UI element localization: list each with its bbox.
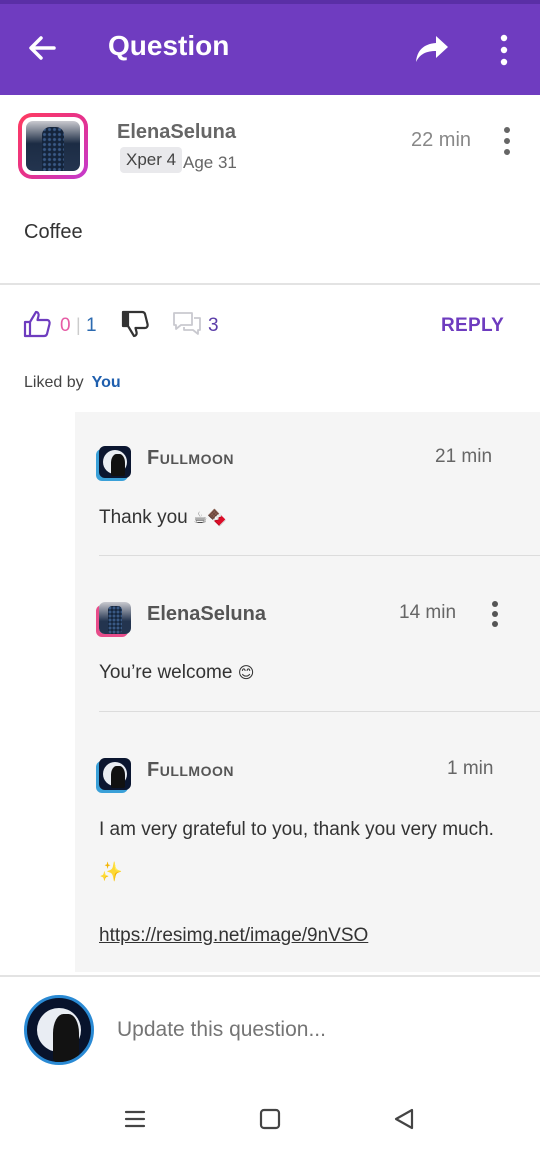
recent-apps-icon[interactable]	[122, 1106, 148, 1132]
reply-time: 14 min	[399, 602, 457, 623]
comment-count: 3	[208, 315, 219, 336]
action-row: 0 | 1 3 REPLY	[0, 295, 540, 355]
count-separator: |	[76, 315, 81, 335]
home-icon[interactable]	[257, 1106, 283, 1132]
page-title: Question	[108, 30, 230, 61]
like-count: 0	[60, 315, 71, 336]
replies-thread: Fullmoon 21 min Thank you ☕🍫 ElenaSeluna…	[75, 412, 540, 972]
back-icon[interactable]	[391, 1106, 417, 1132]
liked-by: Liked by You	[24, 374, 121, 392]
reply-author[interactable]: Fullmoon	[147, 759, 234, 782]
reply-avatar[interactable]	[99, 446, 131, 478]
reply-emoji: 😊	[237, 663, 255, 682]
reply-text-content: You’re welcome	[99, 662, 233, 683]
comments-icon[interactable]	[172, 311, 202, 337]
author-name[interactable]: ElenaSeluna	[117, 121, 236, 144]
app-bar: Question	[0, 0, 540, 95]
reply-button[interactable]: REPLY	[441, 315, 504, 337]
question-body: Coffee	[24, 221, 83, 243]
author-age: Age 31	[183, 153, 237, 172]
reply-emoji: ☕🍫	[193, 508, 228, 527]
author-avatar[interactable]	[18, 113, 88, 179]
divider	[0, 975, 540, 977]
reply-item: Fullmoon 21 min Thank you ☕🍫	[75, 412, 540, 555]
reply-text-content: I am very grateful to you, thank you ver…	[99, 819, 494, 840]
system-navigation-bar	[0, 1084, 540, 1154]
more-vertical-icon[interactable]	[498, 125, 516, 157]
arrow-left-icon[interactable]	[24, 30, 60, 66]
reply-avatar[interactable]	[99, 758, 131, 790]
thumbs-down-icon[interactable]	[120, 309, 150, 339]
question-post: ElenaSeluna Xper 4 Age 31 22 min Coffee	[0, 95, 540, 285]
update-question-input[interactable]	[117, 1018, 517, 1042]
reply-item: Fullmoon 1 min I am very grateful to you…	[75, 712, 540, 970]
reply-text: You’re welcome 😊	[99, 662, 254, 684]
reply-text-content: Thank you	[99, 507, 188, 528]
reply-author[interactable]: Fullmoon	[147, 447, 234, 470]
reply-time: 1 min	[447, 758, 494, 779]
more-vertical-icon[interactable]	[487, 600, 503, 628]
reply-item: ElenaSeluna 14 min You’re welcome 😊	[75, 556, 540, 711]
reply-time: 21 min	[435, 446, 493, 467]
reply-avatar[interactable]	[99, 602, 131, 634]
reply-link[interactable]: https://resimg.net/image/9nVSO	[99, 925, 368, 947]
liked-by-label: Liked by	[24, 374, 84, 391]
post-time: 22 min	[411, 129, 472, 151]
reply-author[interactable]: ElenaSeluna	[147, 603, 266, 626]
user-avatar[interactable]	[24, 995, 94, 1065]
reply-text: Thank you ☕🍫	[99, 507, 227, 529]
liked-by-user[interactable]: You	[92, 374, 121, 391]
more-vertical-icon[interactable]	[494, 32, 514, 68]
reply-emoji: ✨	[99, 861, 123, 883]
share-icon[interactable]	[414, 32, 450, 66]
dislike-count: 1	[86, 315, 97, 336]
thumbs-up-icon[interactable]	[22, 309, 52, 339]
xper-badge: Xper 4	[120, 147, 183, 173]
